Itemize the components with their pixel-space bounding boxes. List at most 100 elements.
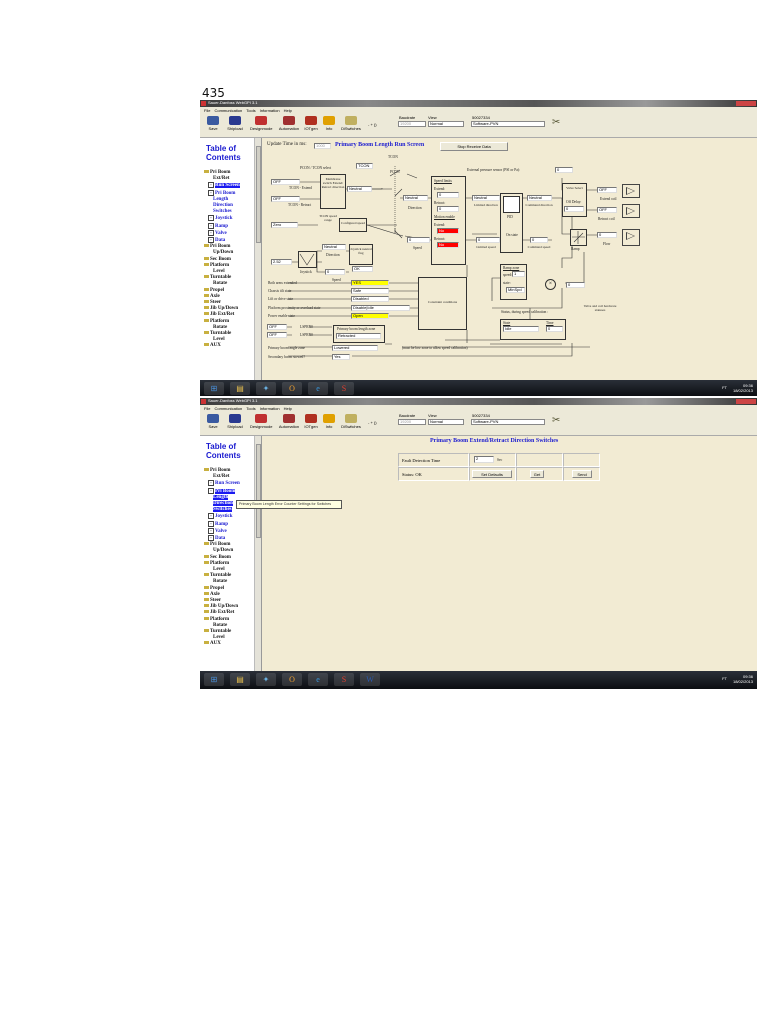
menu-information[interactable]: Information	[260, 406, 280, 411]
outlook-icon[interactable]: O	[282, 382, 302, 395]
ramp-zone-title: Ramp zone	[503, 266, 520, 270]
tcon-retract-label: TCON - Retract	[288, 203, 312, 207]
save-button[interactable]: Save	[202, 414, 224, 429]
design-icon	[255, 116, 267, 125]
toc-item[interactable]: Valve	[204, 528, 254, 535]
tray-lang: FT	[722, 385, 727, 390]
explorer-icon[interactable]: ▤	[230, 382, 250, 395]
start-button[interactable]: ⊞	[204, 673, 224, 686]
designmode-button[interactable]: Designmode	[250, 414, 272, 429]
outlook-icon[interactable]: O	[282, 673, 302, 686]
window-buttons[interactable]	[736, 399, 756, 404]
toc-item-label: Ramp	[215, 521, 229, 527]
diswitches-button[interactable]: DiSwitches	[340, 116, 362, 131]
toc-item[interactable]: Joystick	[204, 513, 254, 520]
info-button[interactable]: Info	[318, 414, 340, 429]
direction-value: Neutral	[403, 195, 428, 201]
ie-icon[interactable]: e	[308, 382, 328, 395]
taskbar: ⊞ ▤ ✦ Oe S W FT 09:36 18/02/2013	[200, 671, 757, 689]
stop-receive-button[interactable]: Stop Receive Data	[440, 142, 508, 151]
toc-item-label: Axle	[210, 591, 220, 597]
automation-button[interactable]: Automation	[278, 116, 300, 131]
menu-help[interactable]: Help	[284, 108, 292, 113]
toc-item[interactable]: Ramp	[204, 521, 254, 528]
toc-item[interactable]: Ramp	[204, 223, 254, 230]
fault-unit: Sec	[497, 458, 503, 462]
baudrate-select[interactable]: 19200	[398, 121, 426, 127]
menu-tools[interactable]: Tools	[246, 108, 255, 113]
explorer-icon[interactable]: ▤	[230, 673, 250, 686]
toc-item[interactable]: AUX	[204, 343, 254, 349]
menu-file[interactable]: File	[204, 406, 210, 411]
update-time-input[interactable]: 1000	[314, 143, 331, 149]
toc-item-label: Pri Boom	[215, 190, 236, 196]
toc-item-label: Jib Ext/Ret	[210, 312, 235, 318]
sidebar-scrollbar[interactable]	[254, 138, 261, 380]
designmode-button[interactable]: Designmode	[250, 116, 272, 131]
toc-item-label: Data	[215, 238, 226, 244]
menu-communication[interactable]: Communication	[214, 108, 242, 113]
shipload-button[interactable]: Shipload	[224, 116, 246, 131]
fault-time-input[interactable]: 2	[474, 456, 494, 463]
app-icon[interactable]: S	[334, 673, 354, 686]
send-button[interactable]: Send	[572, 470, 592, 478]
speed-range-value: Zero	[271, 222, 298, 228]
diswitches-button[interactable]: DiSwitches	[340, 414, 362, 429]
app-icon	[201, 399, 206, 404]
set-defaults-button[interactable]: Set Defaults	[472, 470, 512, 478]
toolbar-label: Shipload	[227, 126, 243, 131]
length-zone-value: Retracted	[336, 333, 381, 339]
toc-item[interactable]: Run Screen	[204, 182, 254, 189]
automation-icon	[283, 116, 295, 125]
toc-item-label: AUX	[210, 641, 221, 647]
toolbar-label: DiSwitches	[341, 424, 361, 429]
view-select[interactable]: Normal	[428, 419, 464, 425]
calib-time-label: Time	[546, 321, 554, 325]
info-button[interactable]: Info	[318, 116, 340, 131]
toc-item[interactable]: Pri Boom	[204, 190, 254, 197]
toc-item-label: Valve	[215, 528, 227, 534]
toc-item-label: Jib Up/Down	[210, 604, 239, 610]
toc-item[interactable]: AUX	[204, 641, 254, 647]
window-buttons[interactable]	[736, 101, 756, 106]
toc-item[interactable]: Data	[204, 237, 254, 244]
toc-item[interactable]: Valve	[204, 230, 254, 237]
software-select[interactable]: Software-PVN	[471, 121, 545, 127]
save-icon	[207, 116, 219, 125]
network-icon[interactable]: ✦	[256, 382, 276, 395]
toc-tree: Pri BoomExt/RetRun ScreenPri BoomLengthD…	[204, 170, 254, 350]
shipload-button[interactable]: Shipload	[224, 414, 246, 429]
view-select[interactable]: Normal	[428, 121, 464, 127]
toc-item[interactable]: Pri Boom	[204, 488, 254, 495]
menu-help[interactable]: Help	[284, 406, 292, 411]
zoom-controls[interactable]: - + ()	[368, 122, 377, 127]
toc-item[interactable]: Joystick	[204, 215, 254, 222]
get-button[interactable]: Get	[530, 470, 544, 478]
menu-tools[interactable]: Tools	[246, 406, 255, 411]
toc-item[interactable]: Run Screen	[204, 480, 254, 487]
toc-item-label: Platform	[210, 560, 230, 566]
start-button[interactable]: ⊞	[204, 382, 224, 395]
menu-information[interactable]: Information	[260, 108, 280, 113]
zoom-controls[interactable]: - + ()	[368, 420, 377, 425]
word-icon[interactable]: W	[360, 673, 380, 686]
network-icon[interactable]: ✦	[256, 673, 276, 686]
baudrate-select[interactable]: 19200	[398, 419, 426, 425]
menu-communication[interactable]: Communication	[214, 406, 242, 411]
toc-item-label: Platform	[210, 318, 230, 324]
menu-file[interactable]: File	[204, 108, 210, 113]
tools-icon[interactable]: ✂	[552, 117, 560, 128]
toolbar-label: Shipload	[227, 424, 243, 429]
joystick-value: 2.52	[271, 259, 292, 265]
software-select[interactable]: Software-PVN	[471, 419, 545, 425]
save-button[interactable]: Save	[202, 116, 224, 131]
ie-icon[interactable]: e	[308, 673, 328, 686]
tools-icon[interactable]: ✂	[552, 415, 560, 426]
toc-item-label: Steer	[210, 300, 222, 306]
automation-button[interactable]: Automation	[278, 414, 300, 429]
toolbar-label: Save	[208, 126, 218, 131]
sidebar-scrollbar[interactable]	[254, 436, 261, 671]
joystick-neutral-flag-box: Joystick neutral flag	[349, 244, 373, 265]
app-icon[interactable]: S	[334, 382, 354, 395]
toc-item[interactable]: Data	[204, 535, 254, 542]
